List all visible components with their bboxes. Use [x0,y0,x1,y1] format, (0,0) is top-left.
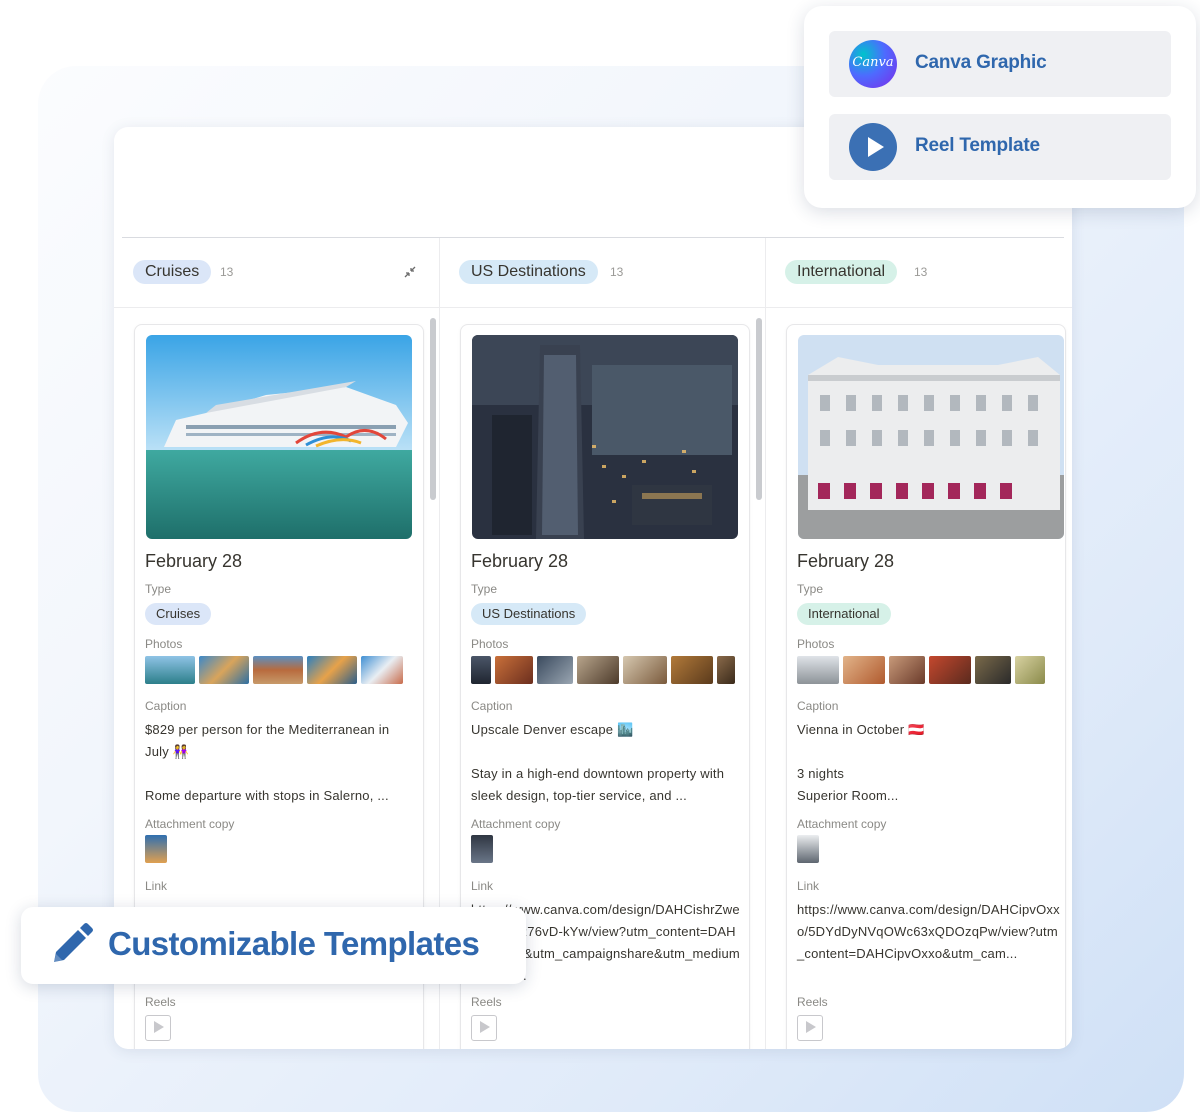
card-title: February 28 [145,551,243,571]
option-label: Reel Template [915,135,1040,156]
attachment-label: Attachment copy [471,817,561,831]
group-pill[interactable]: US Destinations [459,260,598,284]
type-label: Type [471,582,498,596]
reels-label: Reels [471,995,502,1009]
photo-thumbnail[interactable] [253,656,303,684]
attachment-thumbnail[interactable] [145,835,167,863]
scrollbar[interactable] [756,318,762,500]
photo-thumbnail[interactable] [537,656,573,684]
column-header: International 13 [766,238,1072,308]
photo-thumbnail[interactable] [797,656,839,684]
callout-title: Customizable Templates [108,925,480,962]
photo-strip [797,656,1045,684]
reel-template-option[interactable]: Reel Template [829,114,1171,180]
card-cover-image [146,335,412,539]
photo-thumbnail[interactable] [889,656,925,684]
caption-text: Vienna in October 🇦🇹 [797,722,925,737]
group-count: 13 [220,265,234,279]
group-pill[interactable]: Cruises [133,260,212,284]
photo-thumbnail[interactable] [361,656,403,684]
board-column-international: International 13 February 28 Type Intern… [766,238,1072,1049]
caption-text: Stay in a high-end downtown property wit… [471,766,725,803]
card-title: February 28 [471,551,569,571]
photo-thumbnail[interactable] [145,656,195,684]
group-count: 13 [610,265,624,279]
type-label: Type [145,582,172,596]
scrollbar[interactable] [430,318,436,500]
caption-label: Caption [471,699,513,713]
collapse-icon[interactable] [402,264,418,280]
customizable-templates-badge: Customizable Templates [21,907,526,984]
link-label: Link [797,879,820,893]
photo-thumbnail[interactable] [623,656,667,684]
photo-thumbnail[interactable] [975,656,1011,684]
card-title: February 28 [797,551,895,571]
photo-thumbnail[interactable] [1015,656,1045,684]
link-value[interactable]: https://www.canva.com/design/DAHCipvOxxo… [797,899,1061,965]
photo-strip [145,656,403,684]
link-label: Link [145,879,168,893]
photo-thumbnail[interactable] [471,656,491,684]
type-pill: International [797,603,891,625]
play-icon[interactable] [471,1015,497,1041]
option-label: Canva Graphic [915,52,1047,73]
attachment-thumbnail[interactable] [797,835,819,863]
column-header: Cruises 13 [114,238,439,308]
reels-label: Reels [145,995,176,1009]
photos-label: Photos [797,637,835,651]
photo-strip [471,656,735,684]
photo-thumbnail[interactable] [199,656,249,684]
photo-thumbnail[interactable] [843,656,885,684]
play-icon[interactable] [797,1015,823,1041]
photos-label: Photos [471,637,509,651]
group-count: 13 [914,265,928,279]
photos-label: Photos [145,637,183,651]
attachment-label: Attachment copy [797,817,887,831]
caption-text: Rome departure with stops in Salerno, ..… [145,788,389,803]
group-pill[interactable]: International [785,260,898,284]
photo-thumbnail[interactable] [495,656,533,684]
reels-label: Reels [797,995,828,1009]
card-cover-image [798,335,1064,539]
caption-label: Caption [145,699,187,713]
play-icon[interactable] [145,1015,171,1041]
caption-text: $829 per person for the Mediterranean in… [145,722,390,759]
pencil-icon [54,923,93,962]
link-label: Link [471,879,494,893]
type-label: Type [797,582,824,596]
type-pill: Cruises [145,603,212,625]
attachment-thumbnail[interactable] [471,835,493,863]
caption-text: 3 nights Superior Room... [797,766,899,803]
canva-logo-icon: Canva [849,40,897,88]
play-icon [849,123,897,171]
canva-graphic-option[interactable]: Canva Canva Graphic [829,31,1171,97]
caption-label: Caption [797,699,839,713]
column-header: US Destinations 13 [440,238,765,308]
photo-thumbnail[interactable] [307,656,357,684]
card-cover-image [472,335,738,539]
photo-thumbnail[interactable] [577,656,619,684]
template-type-popup: Canva Canva Graphic Reel Template [804,6,1196,208]
attachment-label: Attachment copy [145,817,235,831]
photo-thumbnail[interactable] [717,656,735,684]
photo-thumbnail[interactable] [929,656,971,684]
caption-text: Upscale Denver escape 🏙️ [471,722,634,737]
photo-thumbnail[interactable] [671,656,713,684]
type-pill: US Destinations [471,603,587,625]
board-card[interactable]: February 28 Type International Photos Ca… [786,324,1066,1049]
